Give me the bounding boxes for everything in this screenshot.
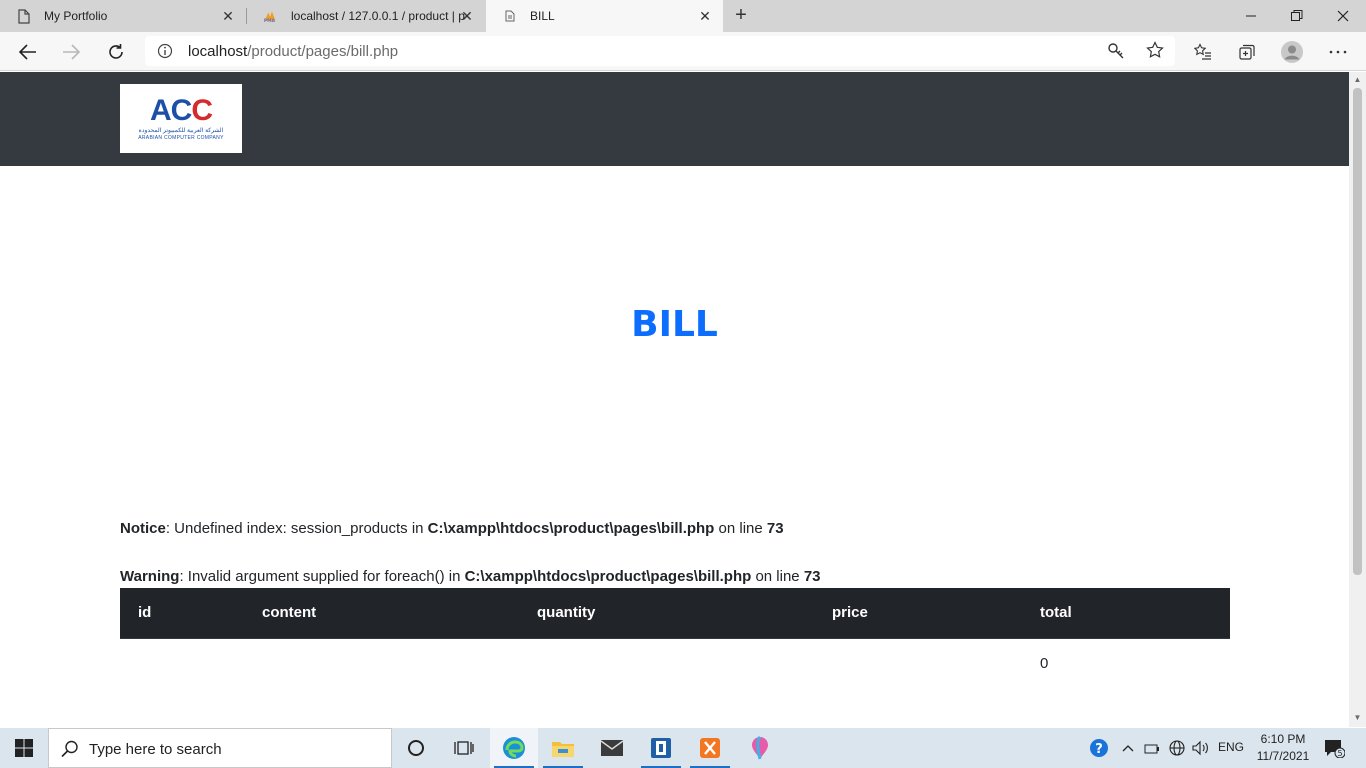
company-logo[interactable]: ACC الشركة العربية للكمبيوتر المحدودة AR… — [120, 84, 242, 153]
edge-taskbar-icon[interactable] — [490, 728, 538, 768]
page-icon — [502, 8, 518, 24]
chevron-up-icon[interactable] — [1120, 728, 1136, 768]
notice-file: C:\xampp\htdocs\product\pages\bill.php — [427, 520, 715, 537]
column-header-content: content — [244, 588, 519, 639]
search-placeholder: Type here to search — [89, 741, 222, 758]
url-path: /product/pages/bill.php — [247, 43, 399, 60]
notifications-icon[interactable]: 5 — [1322, 728, 1346, 768]
table-header-row: id content quantity price total — [120, 588, 1230, 639]
volume-icon[interactable] — [1191, 728, 1211, 768]
total-cell: 0 — [1040, 654, 1049, 672]
address-bar[interactable]: localhost/product/pages/bill.php — [145, 36, 1175, 66]
paint-3d-icon[interactable] — [736, 728, 784, 768]
column-header-id: id — [120, 588, 244, 639]
system-clock[interactable]: 6:10 PM 11/7/2021 — [1250, 731, 1316, 765]
scroll-up-arrow-icon[interactable]: ▲ — [1353, 76, 1362, 84]
file-explorer-icon[interactable] — [539, 728, 587, 768]
table-cell — [519, 638, 814, 688]
close-tab-icon[interactable]: ✕ — [220, 8, 236, 24]
notice-on-line: on line — [714, 520, 767, 537]
new-tab-icon[interactable]: + — [731, 5, 751, 25]
forward-icon[interactable] — [57, 38, 85, 66]
page-viewport: ACC الشركة العربية للكمبيوتر المحدودة AR… — [0, 72, 1349, 727]
tab-title: localhost / 127.0.0.1 / product | p — [291, 9, 465, 23]
warning-label: Warning — [120, 568, 180, 585]
tab-my-portfolio[interactable]: My Portfolio ✕ — [0, 0, 246, 32]
tab-bill[interactable]: BILL ✕ — [486, 0, 723, 32]
warning-text: : Invalid argument supplied for foreach(… — [179, 568, 465, 585]
url-host: localhost — [188, 43, 248, 60]
column-header-total: total — [1022, 588, 1230, 639]
battery-icon[interactable] — [1143, 728, 1161, 768]
tab-title: My Portfolio — [44, 9, 108, 23]
start-button[interactable] — [0, 728, 48, 768]
minimize-icon[interactable] — [1228, 0, 1274, 32]
navigation-bar: localhost/product/pages/bill.php — [0, 32, 1366, 71]
xampp-icon[interactable] — [686, 728, 734, 768]
network-globe-icon[interactable] — [1167, 728, 1187, 768]
back-icon[interactable] — [14, 38, 42, 66]
language-indicator[interactable]: ENG — [1218, 740, 1244, 754]
notice-line: 73 — [766, 520, 784, 537]
column-header-price: price — [814, 588, 1022, 639]
table-cell — [244, 638, 519, 688]
table-cell — [814, 638, 1022, 688]
site-header: ACC الشركة العربية للكمبيوتر المحدودة AR… — [0, 72, 1349, 166]
svg-text:PMA: PMA — [264, 18, 276, 23]
vertical-scrollbar[interactable]: ▲ ▼ — [1349, 72, 1366, 727]
table-row: 0 — [120, 638, 1230, 688]
tab-phpmyadmin[interactable]: PMA localhost / 127.0.0.1 / product | p … — [247, 0, 485, 32]
collections-icon[interactable] — [1233, 38, 1261, 66]
favorite-star-icon[interactable] — [1146, 41, 1164, 59]
search-icon — [61, 740, 79, 758]
scroll-thumb[interactable] — [1353, 88, 1362, 575]
bill-table: id content quantity price total 0 — [120, 588, 1230, 688]
mail-icon[interactable] — [588, 728, 636, 768]
logo-text: ACC — [149, 94, 213, 127]
help-icon[interactable]: ? — [1088, 728, 1110, 768]
key-icon[interactable] — [1107, 42, 1125, 60]
more-options-icon[interactable] — [1324, 38, 1352, 66]
warning-line: 73 — [803, 568, 821, 585]
table-cell — [120, 638, 244, 688]
url-text[interactable]: localhost/product/pages/bill.php — [188, 43, 398, 60]
close-window-icon[interactable] — [1320, 0, 1366, 32]
refresh-icon[interactable] — [102, 38, 130, 66]
notice-text: : Undefined index: session_products in — [165, 520, 428, 537]
windows-logo-icon — [15, 739, 33, 757]
warning-file: C:\xampp\htdocs\product\pages\bill.php — [464, 568, 752, 585]
vscode-like-app-icon[interactable] — [637, 728, 685, 768]
tab-title: BILL — [530, 9, 555, 23]
tab-strip: My Portfolio ✕ PMA localhost / 127.0.0.1… — [0, 0, 1366, 32]
notification-count: 5 — [1337, 749, 1342, 758]
clock-time: 6:10 PM — [1260, 732, 1306, 746]
scroll-down-arrow-icon[interactable]: ▼ — [1353, 714, 1362, 722]
task-view-icon[interactable] — [440, 728, 488, 768]
windows-taskbar: Type here to search ? ENG 6:10 PM 11/7/2… — [0, 728, 1366, 768]
phpmyadmin-icon: PMA — [263, 8, 279, 24]
logo-subtitle: ARABIAN COMPUTER COMPANY — [138, 135, 224, 141]
cortana-icon[interactable] — [392, 728, 440, 768]
site-info-icon[interactable] — [157, 43, 173, 59]
notice-label: Notice — [120, 520, 166, 537]
close-tab-icon[interactable]: ✕ — [459, 8, 475, 24]
php-warning: Warning: Invalid argument supplied for f… — [120, 568, 821, 585]
restore-icon[interactable] — [1274, 0, 1320, 32]
page-icon — [16, 8, 32, 24]
svg-text:?: ? — [1095, 742, 1103, 757]
logo-arabic-text: الشركة العربية للكمبيوتر المحدودة — [138, 128, 224, 134]
warning-on-line: on line — [751, 568, 804, 585]
close-tab-icon[interactable]: ✕ — [697, 8, 713, 24]
favorites-icon[interactable] — [1189, 38, 1217, 66]
page-title: BILL — [631, 304, 718, 345]
php-notice: Notice: Undefined index: session_product… — [120, 520, 784, 537]
clock-date: 11/7/2021 — [1256, 749, 1310, 763]
profile-avatar-icon[interactable] — [1278, 38, 1306, 66]
taskbar-search-box[interactable]: Type here to search — [48, 728, 392, 768]
column-header-quantity: quantity — [519, 588, 814, 639]
